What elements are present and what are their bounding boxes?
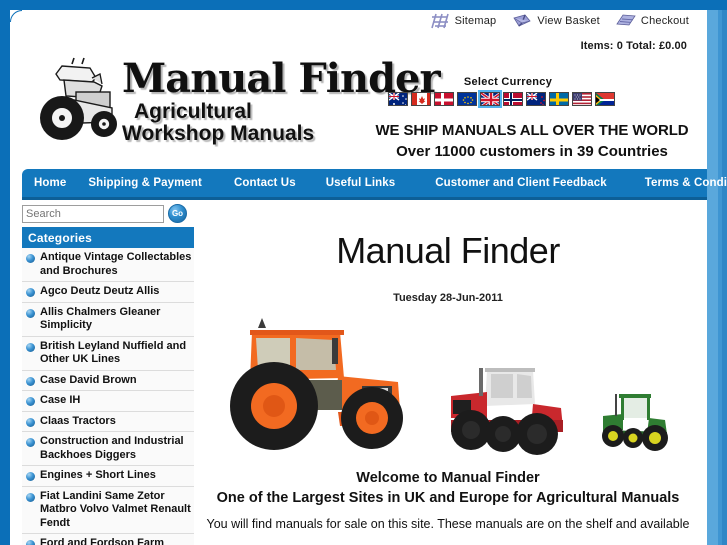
welcome-subheading: One of the Largest Sites in UK and Europ…	[216, 490, 680, 506]
list-item[interactable]: Construction and Industrial Backhoes Dig…	[22, 432, 194, 466]
bullet-icon	[26, 492, 35, 502]
nav-item-home[interactable]: Home	[34, 177, 66, 189]
main-navigation: Home Shipping & Payment Contact Us Usefu…	[22, 169, 727, 197]
flag-united-kingdom[interactable]	[478, 90, 502, 108]
sitemap-icon	[430, 13, 450, 29]
bullet-icon	[26, 288, 35, 297]
flag-norway[interactable]	[503, 92, 523, 106]
category-label: Allis Chalmers Gleaner Simplicity	[40, 305, 161, 332]
page-top-border	[0, 0, 727, 10]
sitemap-link[interactable]: Sitemap	[430, 13, 497, 29]
basket-icon	[512, 12, 532, 29]
currency-title: Select Currency	[463, 76, 553, 88]
checkout-icon	[616, 13, 636, 28]
search-input[interactable]	[22, 204, 164, 223]
bullet-icon	[26, 308, 35, 318]
checkout-link-label: Checkout	[640, 14, 689, 27]
category-label: Fiat Landini Same Zetor Matbro Volvo Val…	[40, 489, 191, 529]
flag-sweden[interactable]	[549, 92, 569, 106]
category-label: Ford and Fordson Farm	[40, 537, 165, 545]
flag-united-states[interactable]	[572, 92, 592, 106]
bullet-icon	[26, 438, 35, 447]
search-row: Go	[14, 202, 194, 227]
bullet-icon	[26, 472, 35, 481]
currency-flag-list	[388, 90, 628, 108]
shipping-banner-line1: WE SHIP MANUALS ALL OVER THE WORLD	[375, 122, 689, 139]
page-root: Sitemap View Basket Checkout Items: 0 To…	[0, 0, 727, 545]
tractor-logo-icon	[28, 52, 128, 152]
category-label: Case David Brown	[40, 373, 137, 386]
nav-item-contact[interactable]: Contact Us	[234, 177, 296, 189]
flag-south-africa[interactable]	[595, 92, 615, 106]
list-item[interactable]: Fiat Landini Same Zetor Matbro Volvo Val…	[22, 486, 194, 534]
categories-list: Antique Vintage Collectables and Brochur…	[22, 248, 194, 545]
category-label: Antique Vintage Collectables and Brochur…	[40, 251, 192, 277]
category-label: Case IH	[40, 394, 81, 406]
category-label: Engines + Short Lines	[40, 469, 156, 481]
page-title: Manual Finder	[336, 230, 560, 271]
nav-item-shipping[interactable]: Shipping & Payment	[88, 177, 202, 189]
category-label: Agco Deutz Deutz Allis	[40, 285, 160, 297]
cart-summary: Items: 0 Total: £0.00	[580, 40, 687, 52]
nav-item-feedback[interactable]: Customer and Client Feedback	[435, 177, 607, 189]
page-right-border-highlight	[707, 0, 718, 545]
page-right-border-edge	[722, 0, 727, 545]
green-tractor-image	[593, 386, 673, 454]
red-tractor-image	[443, 356, 568, 456]
checkout-link[interactable]: Checkout	[616, 13, 689, 28]
sitemap-link-label: Sitemap	[454, 14, 497, 27]
site-logo[interactable]: Manual Finder Agricultural Workshop Manu…	[22, 46, 441, 158]
bullet-icon	[26, 254, 35, 263]
main-content: Manual Finder Tuesday 28-Jun-2011 Welcom…	[198, 202, 698, 533]
flag-new-zealand[interactable]	[526, 92, 546, 106]
flag-australia[interactable]	[388, 92, 408, 106]
flag-denmark[interactable]	[434, 92, 454, 106]
tractor-images	[198, 314, 698, 464]
utility-bar: Sitemap View Basket Checkout	[430, 12, 689, 29]
bullet-icon	[26, 417, 35, 427]
page-content: Sitemap View Basket Checkout Items: 0 To…	[10, 10, 727, 545]
list-item[interactable]: Claas Tractors	[22, 411, 194, 432]
search-go-button[interactable]: Go	[168, 204, 187, 223]
list-item[interactable]: Case IH	[22, 391, 194, 412]
navigation-shadow	[22, 197, 707, 200]
orange-tractor-image	[212, 314, 412, 456]
list-item[interactable]: Engines + Short Lines	[22, 466, 194, 487]
list-item[interactable]: Ford and Fordson Farm	[22, 534, 194, 545]
bullet-icon	[26, 376, 35, 386]
current-date: Tuesday 28-Jun-2011	[393, 292, 503, 304]
intro-paragraph: You will find manuals for sale on this s…	[206, 517, 690, 531]
bullet-icon	[26, 342, 35, 352]
logo-subtitle-line1: Agricultural	[134, 100, 252, 123]
nav-item-terms[interactable]: Terms & Conditions	[645, 177, 727, 189]
nav-item-links[interactable]: Useful Links	[326, 177, 396, 189]
category-label: Construction and Industrial Backhoes Dig…	[40, 435, 184, 461]
category-label: British Leyland Nuffield and Other UK Li…	[40, 339, 187, 366]
list-item[interactable]: Agco Deutz Deutz Allis	[22, 282, 194, 303]
view-basket-link[interactable]: View Basket	[512, 12, 600, 29]
sidebar: Go Categories Antique Vintage Collectabl…	[14, 202, 194, 545]
list-item[interactable]: Antique Vintage Collectables and Brochur…	[22, 248, 194, 282]
flag-canada[interactable]	[411, 92, 431, 106]
view-basket-link-label: View Basket	[537, 14, 600, 27]
categories-header: Categories	[22, 227, 194, 248]
currency-selector: Select Currency	[388, 76, 628, 108]
bullet-icon	[26, 397, 35, 406]
list-item[interactable]: British Leyland Nuffield and Other UK Li…	[22, 336, 194, 371]
list-item[interactable]: Allis Chalmers Gleaner Simplicity	[22, 302, 194, 337]
list-item[interactable]: Case David Brown	[22, 370, 194, 391]
shipping-banner-line2: Over 11000 customers in 39 Countries	[396, 143, 668, 160]
page-left-border	[0, 0, 10, 545]
category-label: Claas Tractors	[40, 414, 116, 427]
logo-subtitle-line2: Workshop Manuals	[122, 122, 315, 145]
shipping-banner: WE SHIP MANUALS ALL OVER THE WORLD Over …	[372, 122, 692, 160]
flag-european-union[interactable]	[457, 92, 477, 106]
bullet-icon	[26, 540, 35, 545]
welcome-heading: Welcome to Manual Finder	[356, 470, 540, 486]
